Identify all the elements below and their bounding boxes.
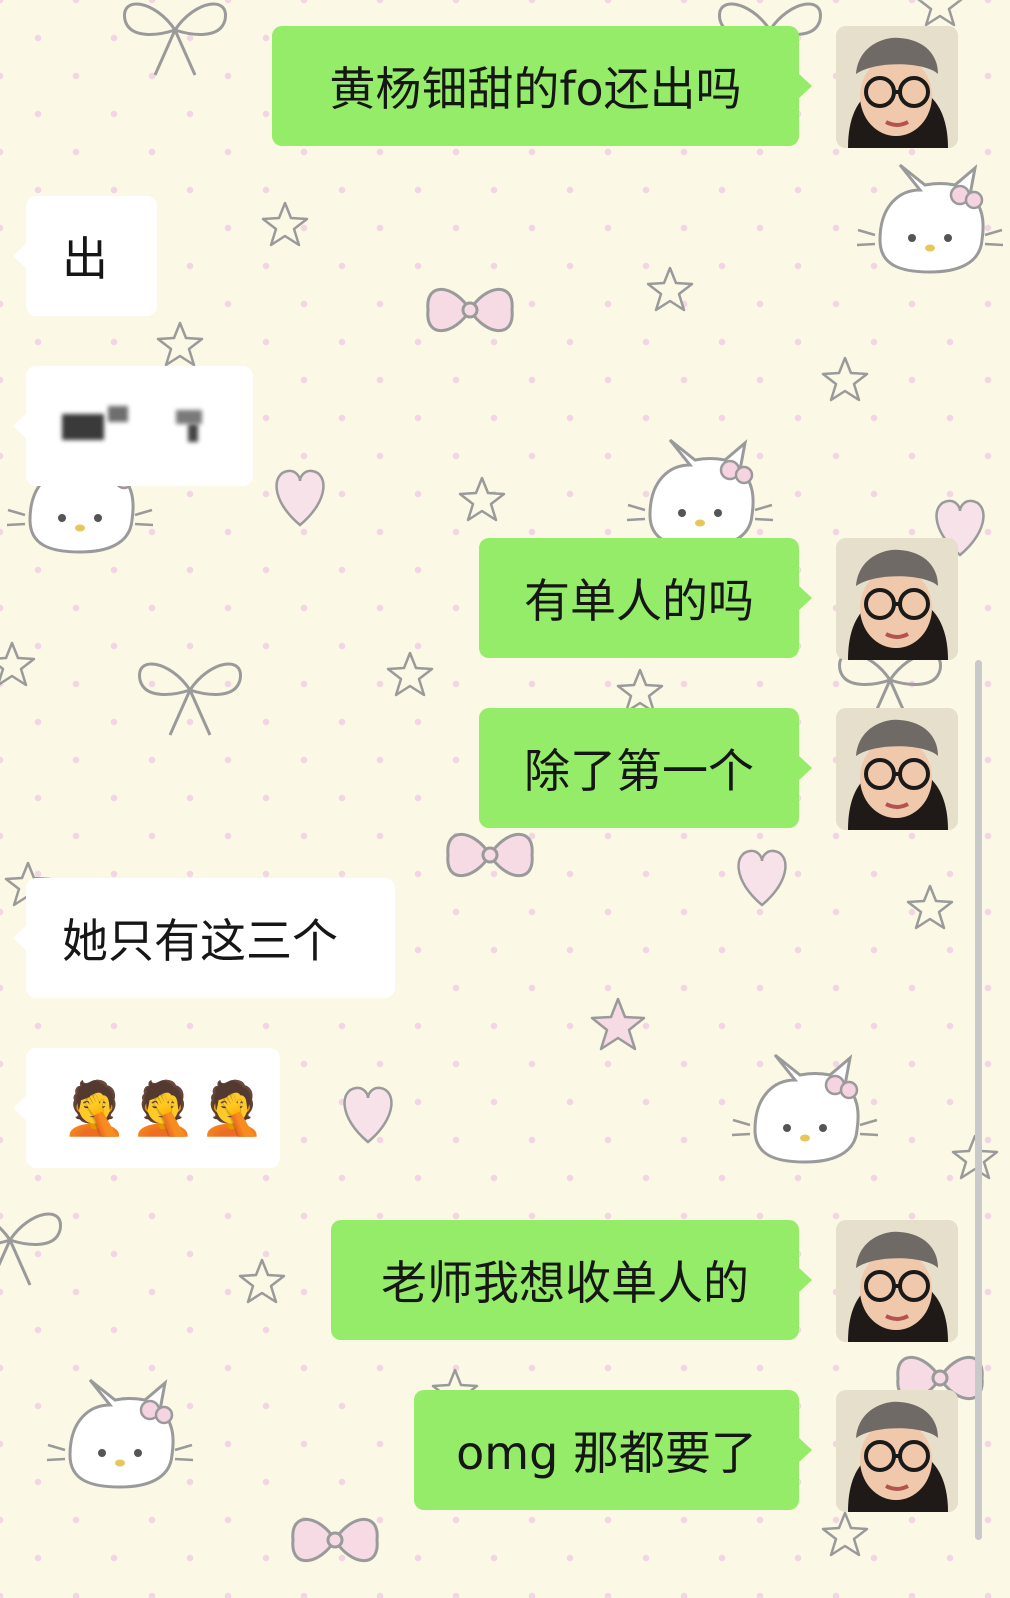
outgoing-message-bubble[interactable]: 有单人的吗 xyxy=(479,538,812,658)
redacted-content-mosaic xyxy=(108,406,128,422)
chat-message-list[interactable]: 黄杨钿甜的fo还出吗 出 有单人的吗 除了第一个 她只有这三个 🤦🤦🤦 老师我想… xyxy=(0,0,1010,1598)
user-avatar-icon[interactable] xyxy=(836,1220,958,1342)
incoming-message-bubble[interactable]: 出 xyxy=(13,196,157,316)
redacted-content-mosaic xyxy=(176,410,202,424)
message-text: 有单人的吗 xyxy=(524,574,754,628)
message-text: omg 那都要了 xyxy=(456,1426,757,1480)
user-avatar-icon[interactable] xyxy=(836,708,958,830)
message-text: 出 xyxy=(62,232,108,286)
message-text: 老师我想收单人的 xyxy=(381,1256,749,1310)
message-text: 除了第一个 xyxy=(524,744,754,798)
incoming-message-bubble[interactable]: 🤦🤦🤦 xyxy=(13,1048,280,1168)
message-text: 她只有这三个 xyxy=(62,914,338,968)
outgoing-message-bubble[interactable]: omg 那都要了 xyxy=(414,1390,812,1510)
user-avatar-icon[interactable] xyxy=(836,26,958,148)
incoming-message-bubble[interactable]: 她只有这三个 xyxy=(13,878,395,998)
redacted-content-mosaic xyxy=(188,424,198,442)
message-text: 黄杨钿甜的fo还出吗 xyxy=(329,62,742,116)
user-avatar-icon[interactable] xyxy=(836,1390,958,1512)
outgoing-message-bubble[interactable]: 除了第一个 xyxy=(479,708,812,828)
outgoing-message-bubble[interactable]: 黄杨钿甜的fo还出吗 xyxy=(272,26,812,146)
chat-scrollbar[interactable] xyxy=(975,660,982,1540)
face-palm-emoji-icon: 🤦🤦🤦 xyxy=(62,1078,269,1139)
user-avatar-icon[interactable] xyxy=(836,538,958,660)
outgoing-message-bubble[interactable]: 老师我想收单人的 xyxy=(331,1220,812,1340)
redacted-content-mosaic xyxy=(62,414,104,440)
incoming-message-bubble-redacted[interactable] xyxy=(13,366,253,486)
